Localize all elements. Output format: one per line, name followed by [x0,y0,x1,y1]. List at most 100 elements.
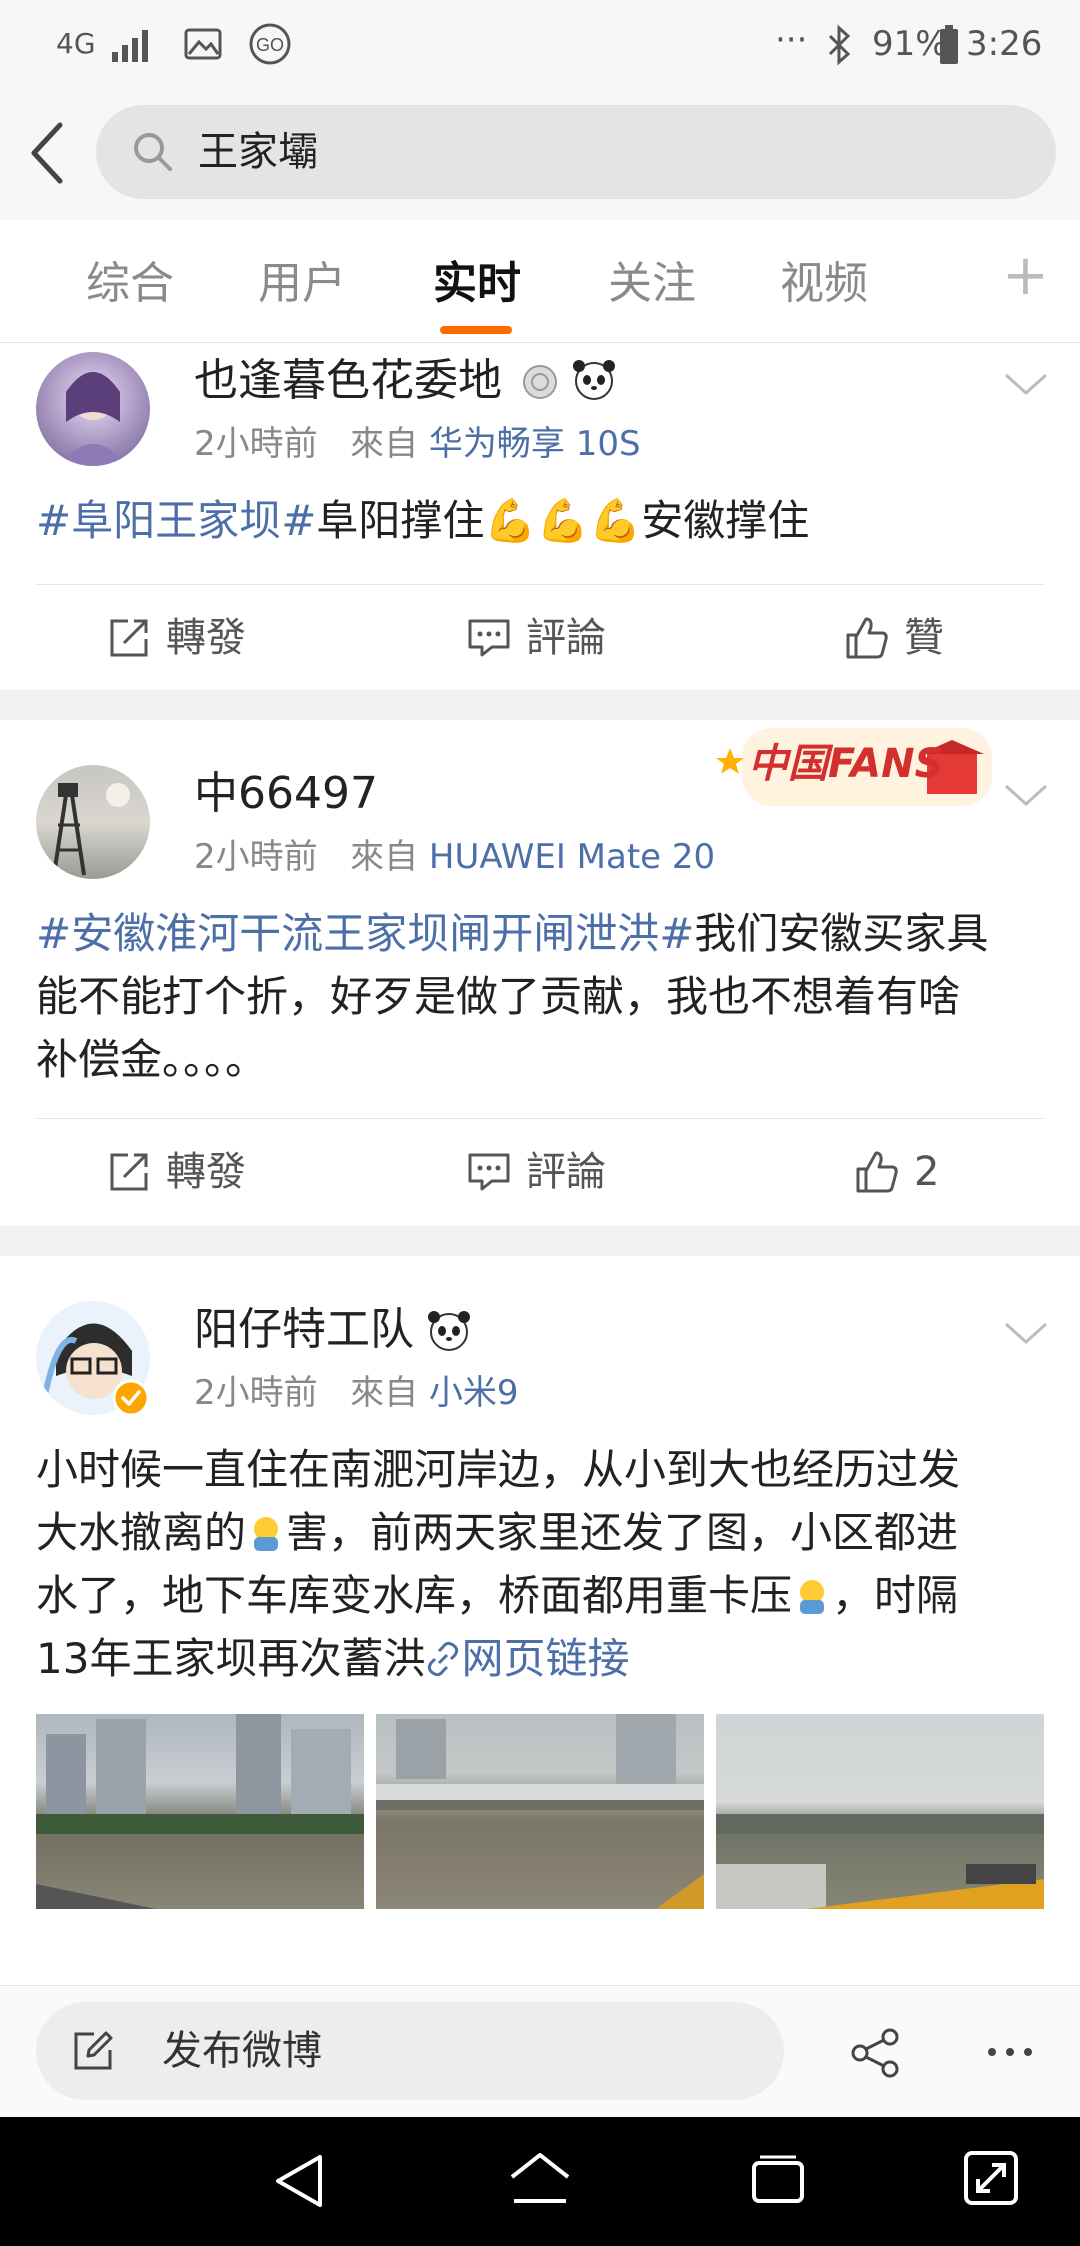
tab-comprehensive[interactable]: 综合 [86,258,174,310]
repost-icon [110,619,148,657]
flood-photo [36,1714,364,1909]
repost-label: 轉發 [166,1149,246,1195]
tab-video[interactable]: 视频 [780,258,868,310]
post-card: 也逢暮色花委地 2小時前 來自 华为畅享 10S #阜阳王家坝#阜阳撑住💪💪💪安… [0,343,1080,690]
tab-users[interactable]: 用户 [258,258,346,310]
post-time: 2小時前 [194,1373,318,1413]
more-icon[interactable] [986,2042,1034,2062]
nav-back-icon[interactable] [272,2151,328,2211]
avatar[interactable] [36,765,150,879]
post-time: 2小時前 [194,424,318,464]
post-image[interactable] [36,1714,364,1909]
svg-text:GO: GO [256,35,284,55]
like-button[interactable]: 贊 [844,614,944,662]
post-card: 阳仔特工队 2小時前 來自 小米9 小时候一直住在南淝河岸边，从小到大也经历过发… [0,1256,1080,1985]
web-link[interactable]: 网页链接 [425,1634,629,1683]
post-text-line: 能不能打个折，好歹是做了贡献，我也不想着有啥 [36,972,961,1021]
badge-label: 中国FANS [748,741,944,787]
source-prefix: 來自 [350,837,419,877]
china-fans-badge: 中国FANS [712,718,1002,818]
post-text-part: 阜阳撑住 [316,496,485,545]
post-text-part: 13年王家坝再次蓄洪 [36,1634,426,1683]
post-text-part: 我们安徽买家具 [694,909,989,958]
battery-icon [940,25,958,64]
emoji-face-icon [800,1580,825,1614]
flood-photo [716,1814,1044,1909]
status-bar: 4G GO ··· 91% 3:26 [0,0,1080,95]
avatar-image [58,372,128,466]
clock: 3:26 [966,24,1043,64]
nav-expand-icon[interactable] [962,2149,1020,2207]
topic-link[interactable]: #安徽淮河干流王家坝闸开闸泄洪# [36,909,694,958]
post-image[interactable] [376,1714,704,1909]
nav-recents-icon[interactable] [750,2153,806,2205]
panda-badge-icon [428,1311,470,1351]
chevron-down-icon[interactable] [1002,780,1050,810]
post-text-part: 水了，地下车库变水库，桥面都用重卡压 [36,1571,793,1620]
post-text-part: 安徽撑住 [641,496,810,545]
search-query: 王家壩 [198,129,318,175]
add-tab-button[interactable]: + [1002,248,1049,304]
bluetooth-icon [828,24,851,66]
thumbs-up-icon [856,1151,898,1193]
post-text: 小时候一直住在南淝河岸边，从小到大也经历过发 大水撤离的 害，前两天家里还发了图，… [36,1438,1046,1690]
repost-button[interactable]: 轉發 [106,1148,246,1196]
flood-photo [376,1714,704,1909]
nav-home-icon[interactable] [508,2149,572,2209]
post-source[interactable]: 小米9 [429,1373,519,1413]
comment-button[interactable]: 評論 [466,614,606,662]
post-text-part: 大水撤离的 [36,1508,247,1557]
post-card: 中66497 中国FANS 2小時前 來自 HUAWEI Mate 20 #安徽… [0,720,1080,1226]
like-label: 贊 [904,615,944,661]
post-source[interactable]: 华为畅享 10S [429,424,641,464]
search-bar: 王家壩 [0,95,1080,221]
more-status-icon: ··· [775,20,808,60]
comment-label: 評論 [526,615,606,661]
post-image[interactable] [716,1714,1044,1909]
chevron-down-icon[interactable] [1002,369,1050,399]
verified-badge-icon [112,1379,150,1417]
source-prefix: 來自 [350,424,419,464]
post-text-line: 小时候一直住在南淝河岸边，从小到大也经历过发 [36,1445,961,1494]
post-text-line: 补偿金。。。。 [36,1035,268,1084]
signal-icon [112,30,148,62]
network-indicator: 4G [56,27,96,60]
chevron-down-icon[interactable] [1002,1318,1050,1348]
emoji-face-icon [254,1517,279,1551]
username[interactable]: 中66497 [194,768,378,820]
username[interactable]: 阳仔特工队 [194,1304,414,1356]
username[interactable]: 也逢暮色花委地 [194,355,502,407]
web-link-label: 网页链接 [461,1634,630,1683]
post-source[interactable]: HUAWEI Mate 20 [429,837,715,877]
tab-following[interactable]: 关注 [608,258,696,310]
post-meta: 2小時前 來自 小米9 [194,1372,519,1414]
gallery-icon [184,28,222,60]
post-text: #阜阳王家坝#阜阳撑住💪💪💪安徽撑住 [36,489,1046,552]
divider [36,584,1044,585]
topic-link[interactable]: #阜阳王家坝# [36,496,316,545]
compose-label: 发布微博 [162,2028,322,2074]
tab-realtime[interactable]: 实时 [433,258,521,310]
comment-icon [468,1153,510,1191]
edit-icon [74,2031,113,2070]
post-text: #安徽淮河干流王家坝闸开闸泄洪#我们安徽买家具 能不能打个折，好歹是做了贡献，我… [36,902,1046,1091]
avatar[interactable] [36,352,150,466]
like-button[interactable]: 2 [854,1148,939,1196]
back-icon[interactable] [26,121,66,185]
avatar-image [52,783,130,876]
search-icon [134,133,172,171]
medal-badge-icon [523,365,557,399]
battery-percent: 91% [872,24,948,64]
comment-icon [468,619,510,657]
thumbs-up-icon [846,617,888,659]
panda-badge-icon [573,360,615,400]
like-count: 2 [914,1149,940,1195]
share-icon[interactable] [850,2028,902,2078]
comment-button[interactable]: 評論 [466,1148,606,1196]
repost-button[interactable]: 轉發 [106,614,246,662]
post-time: 2小時前 [194,837,318,877]
link-icon [428,1641,459,1677]
post-text-part: 害，前两天家里还发了图，小区都进 [286,1508,959,1557]
search-input[interactable]: 王家壩 [96,105,1056,199]
compose-post-button[interactable]: 发布微博 [36,2002,784,2100]
